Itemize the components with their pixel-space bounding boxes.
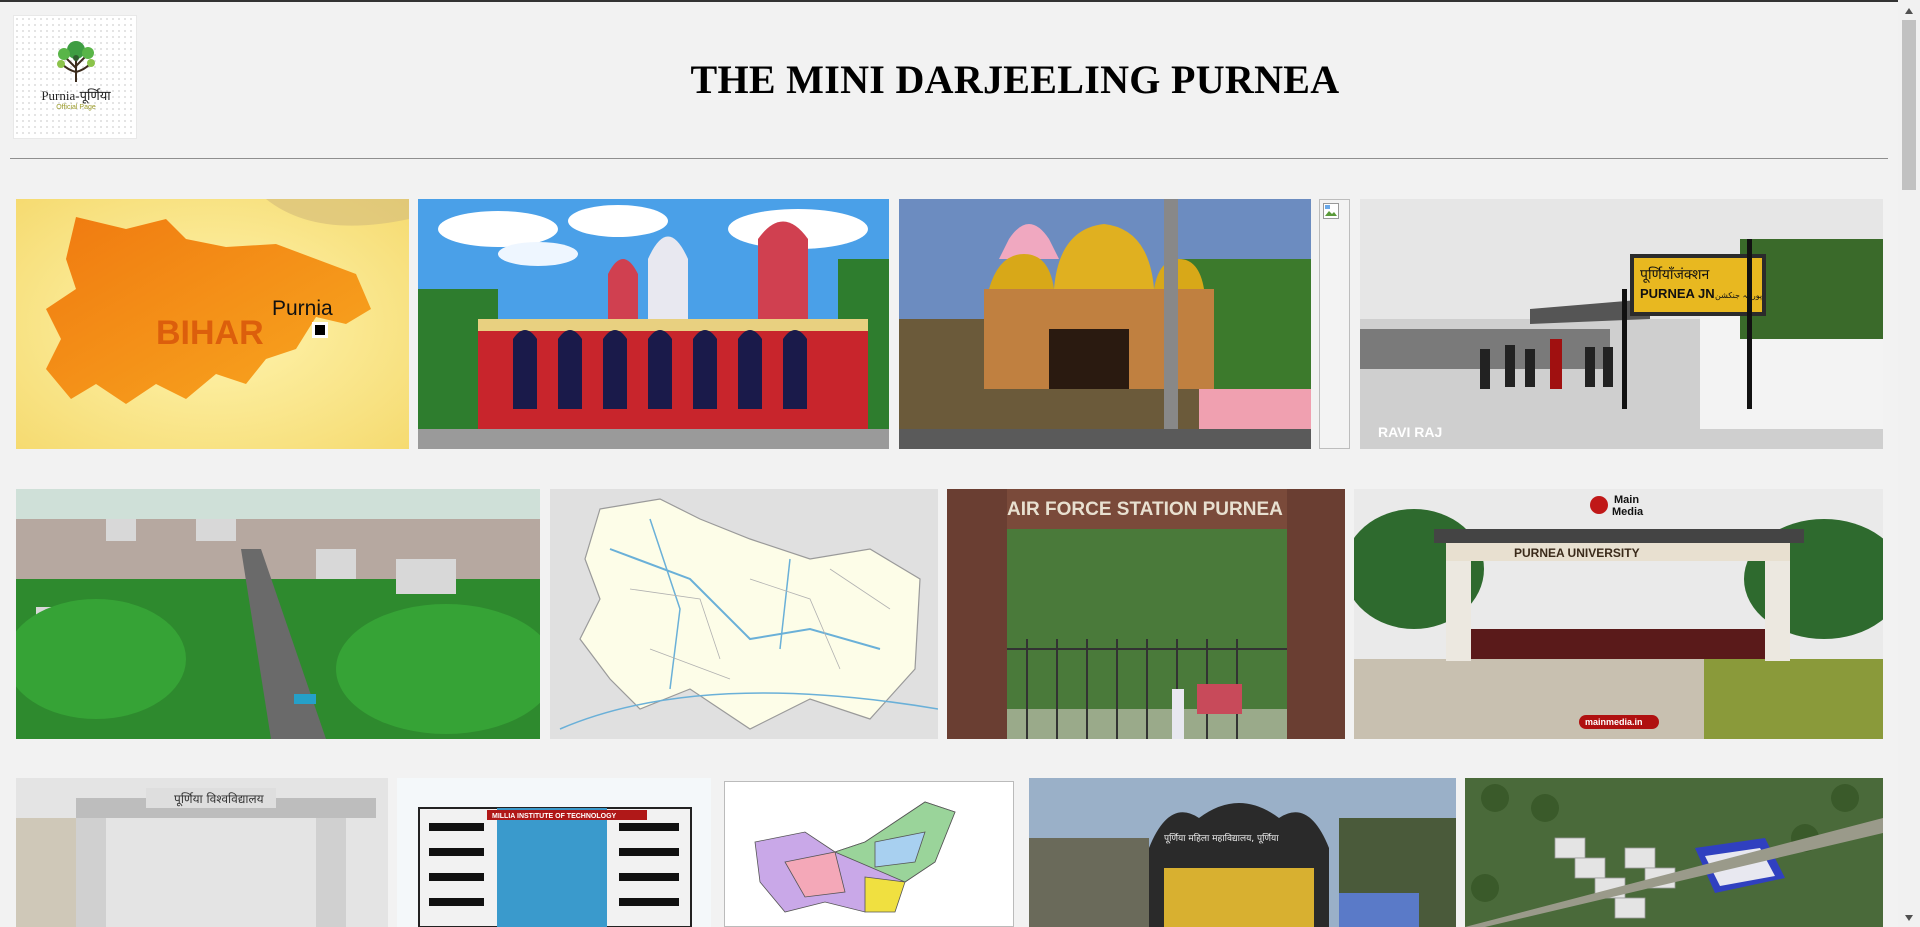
scroll-up-arrow-icon[interactable] <box>1898 2 1920 20</box>
site-logo[interactable]: Purnia-पूर्णिया Official Page <box>13 15 137 139</box>
district-map-image[interactable] <box>550 489 938 739</box>
window-top-border <box>0 0 1920 2</box>
media-brand-main: Main <box>1614 494 1639 506</box>
media-brand-media: Media <box>1612 506 1644 518</box>
aerial-city-image[interactable] <box>16 489 540 739</box>
tree-logo-icon <box>57 41 95 82</box>
media-url: mainmedia.in <box>1585 717 1643 727</box>
institute-building-image[interactable]: MILLIA INSTITUTE OF TECHNOLOGY <box>397 778 711 927</box>
air-force-sign: AIR FORCE STATION PURNEA <box>1007 499 1283 520</box>
university-arch-sign: पूर्णिया विश्वविद्यालय <box>174 792 265 807</box>
map-city-label: Purnia <box>272 297 333 320</box>
college-gate-image[interactable]: पूर्णिया महिला महाविद्यालय, पूर्णिया <box>1029 778 1456 927</box>
institute-sign: MILLIA INSTITUTE OF TECHNOLOGY <box>492 813 617 820</box>
logo-name: Purnia-पूर्णिया <box>41 88 111 103</box>
station-sign-hindi: पूर्णियाँजंक्शन <box>1640 266 1710 283</box>
photo-credit: RAVI RAJ <box>1378 424 1442 440</box>
university-gate-image[interactable]: PURNEA UNIVERSITY Main Media mainmedia.i… <box>1354 489 1883 739</box>
college-sign: पूर्णिया महिला महाविद्यालय, पूर्णिया <box>1164 832 1279 844</box>
broken-image-icon <box>1323 203 1339 219</box>
station-sign-urdu: پورنیہ جنکشن <box>1715 291 1762 300</box>
railway-station-image[interactable]: पूर्णियाँजंक्शन PURNEA JN پورنیہ جنکشن R… <box>1360 199 1883 449</box>
university-arch-image[interactable]: पूर्णिया विश्वविद्यालय <box>16 778 388 927</box>
golden-temple-image[interactable] <box>899 199 1311 449</box>
township-render-image[interactable] <box>1465 778 1883 927</box>
university-sign: PURNEA UNIVERSITY <box>1514 546 1640 560</box>
page-title: THE MINI DARJEELING PURNEA <box>690 57 1340 102</box>
scrollbar-thumb[interactable] <box>1902 20 1916 190</box>
logo-tagline: Official Page <box>56 104 96 111</box>
broken-image-placeholder[interactable] <box>1319 199 1350 449</box>
scroll-down-arrow-icon[interactable] <box>1898 909 1920 927</box>
map-state-label: BIHAR <box>156 314 264 352</box>
station-sign-english: PURNEA JN <box>1640 286 1715 301</box>
colored-map-image[interactable] <box>724 781 1014 927</box>
bihar-map-image[interactable]: BIHAR Purnia <box>16 199 409 449</box>
temple-image[interactable] <box>418 199 889 449</box>
header-divider <box>10 158 1888 159</box>
air-force-gate-image[interactable]: AIR FORCE STATION PURNEA <box>947 489 1345 739</box>
